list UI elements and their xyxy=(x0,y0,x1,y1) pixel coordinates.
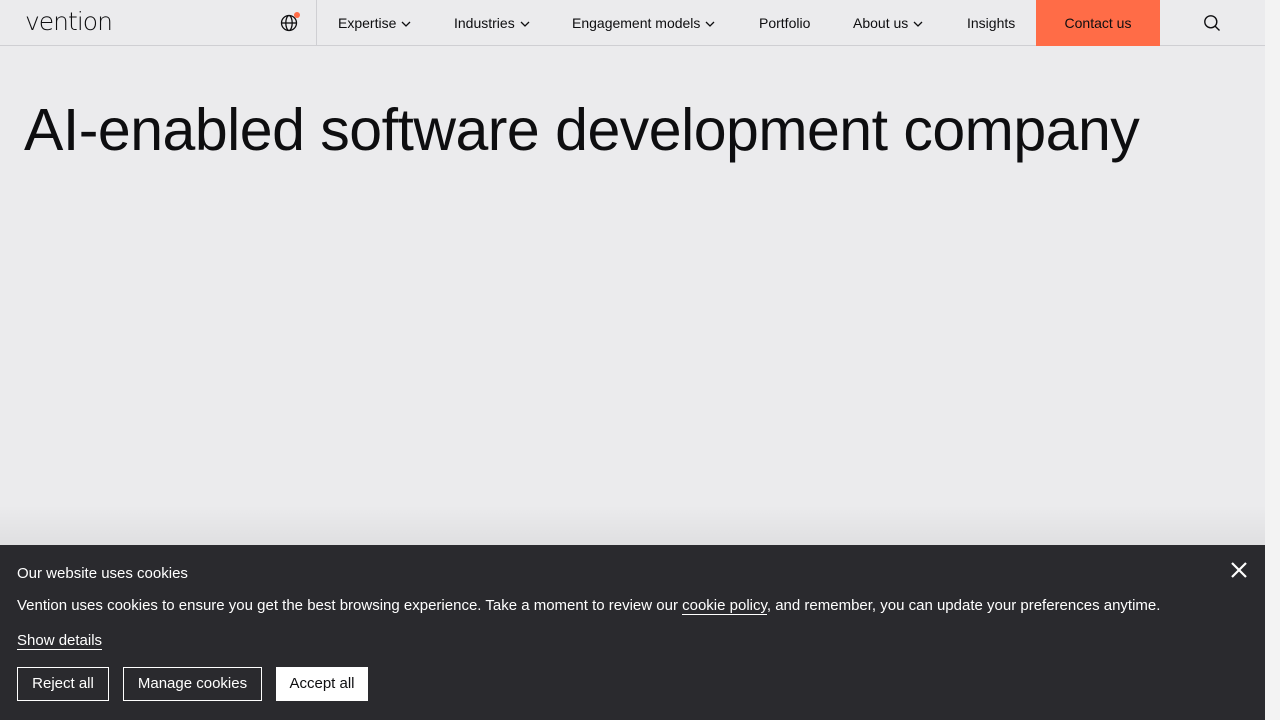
scrollbar[interactable] xyxy=(1265,0,1280,720)
nav-insights-label: Insights xyxy=(967,15,1016,31)
nav-industries[interactable]: Industries xyxy=(454,0,530,46)
nav-expertise[interactable]: Expertise xyxy=(338,0,411,46)
nav-portfolio-label: Portfolio xyxy=(759,15,811,31)
notification-dot xyxy=(294,12,300,18)
nav-portfolio[interactable]: Portfolio xyxy=(759,0,810,46)
chevron-down-icon xyxy=(913,21,923,27)
banner-shadow xyxy=(0,505,1265,545)
cookie-banner: Our website uses cookies Vention uses co… xyxy=(0,545,1265,720)
nav-insights[interactable]: Insights xyxy=(967,0,1015,46)
nav-industries-label: Industries xyxy=(454,15,515,31)
cookie-banner-text: Vention uses cookies to ensure you get t… xyxy=(17,597,1161,615)
contact-us-button[interactable]: Contact us xyxy=(1036,0,1160,46)
nav-about-us[interactable]: About us xyxy=(853,0,923,46)
nav-engagement-models[interactable]: Engagement models xyxy=(572,0,715,46)
cookie-text-after: , and remember, you can update your pref… xyxy=(766,597,1161,614)
nav-engagement-models-label: Engagement models xyxy=(572,15,701,31)
vention-logo[interactable]: vention xyxy=(25,9,113,35)
chevron-down-icon xyxy=(401,21,411,27)
nav-expertise-label: Expertise xyxy=(338,15,397,31)
hero-title: AI-enabled software development company xyxy=(24,97,1140,163)
cookie-banner-title: Our website uses cookies xyxy=(17,565,188,582)
page: vention Expertise Industries Engagement … xyxy=(0,0,1265,720)
header-divider xyxy=(316,0,317,46)
cookie-text-before: Vention uses cookies to ensure you get t… xyxy=(17,597,683,614)
reject-all-button[interactable]: Reject all xyxy=(17,667,109,701)
show-details-link[interactable]: Show details xyxy=(17,632,103,650)
chevron-down-icon xyxy=(705,21,715,27)
site-header: vention Expertise Industries Engagement … xyxy=(0,0,1265,46)
cookie-policy-link[interactable]: cookie policy xyxy=(682,597,767,615)
close-icon[interactable] xyxy=(1229,560,1249,580)
accept-all-button[interactable]: Accept all xyxy=(276,667,368,701)
chevron-down-icon xyxy=(520,21,530,27)
search-icon[interactable] xyxy=(1203,14,1221,32)
globe-icon[interactable] xyxy=(279,12,300,33)
nav-about-us-label: About us xyxy=(853,15,909,31)
manage-cookies-button[interactable]: Manage cookies xyxy=(123,667,262,701)
